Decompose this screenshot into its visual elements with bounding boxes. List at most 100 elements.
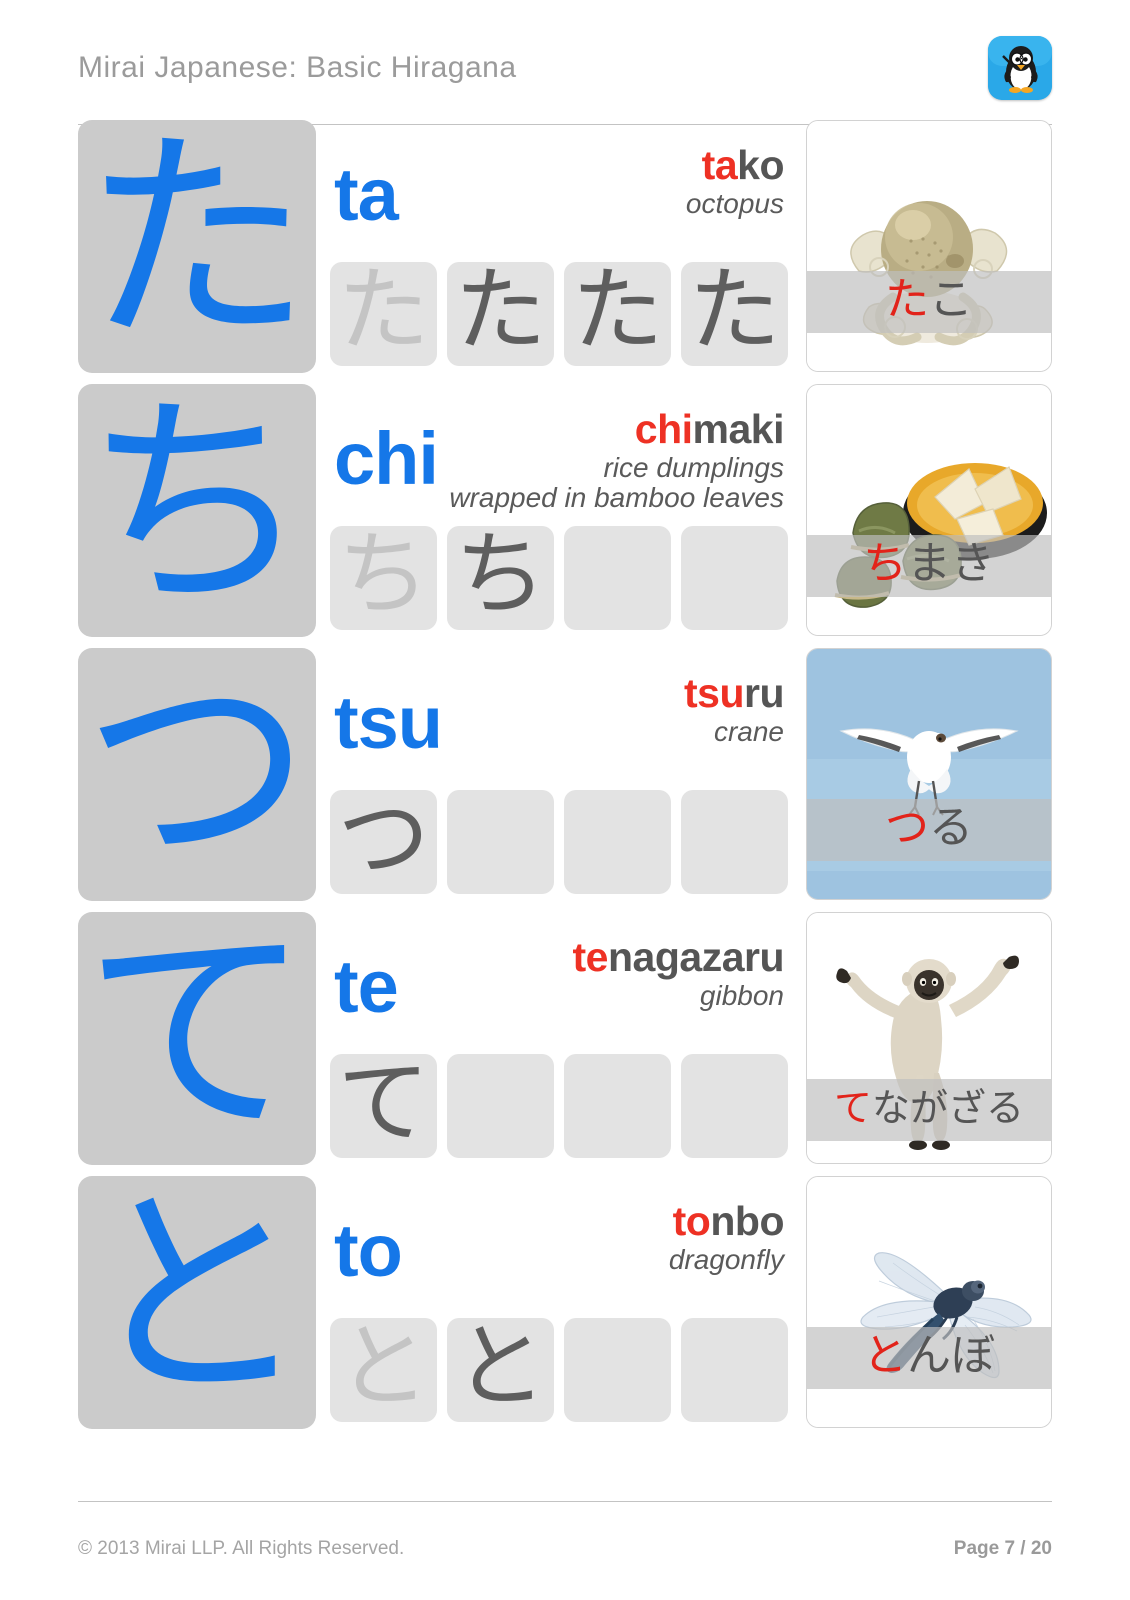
card-kana-highlight: た	[885, 274, 929, 325]
vocabulary-meaning: gibbon	[364, 980, 784, 1011]
card-kana-band: とんぼ	[807, 1327, 1051, 1389]
meaning-line-1: rice dumplings	[603, 452, 784, 484]
practice-kana: た	[571, 262, 664, 364]
vocabulary-word-rest: maki	[692, 406, 785, 452]
hiragana-rows: た ta た た た た tako octopus たこ ち chi ち ち c…	[78, 120, 1052, 1440]
vocabulary-word-highlight: ta	[701, 142, 738, 188]
card-kana-highlight: つ	[885, 802, 929, 853]
card-kana-highlight: ち	[863, 538, 907, 589]
worksheet-page: Mirai Japanese: Basic Hiragana た ta た た …	[0, 0, 1130, 1600]
card-kana: ちまき	[863, 542, 995, 586]
card-kana-band: つる	[807, 799, 1051, 861]
vocabulary-meaning: octopus	[364, 188, 784, 220]
card-kana-band: たこ	[807, 271, 1051, 333]
hiragana-row: ち chi ち ち chimaki rice dumplings wrapped…	[78, 384, 1052, 648]
page-number: Page 7 / 20	[953, 1538, 1052, 1559]
vocabulary-block: tako octopus	[364, 142, 785, 220]
practice-kana: と	[454, 1318, 547, 1420]
meaning-line-1: dragonfly	[668, 1244, 784, 1276]
main-character-tile[interactable]: と	[78, 1176, 316, 1429]
practice-kana: ち	[454, 526, 547, 628]
practice-cell[interactable]: た	[447, 262, 554, 366]
card-kana-rest: んぼ	[907, 1330, 995, 1381]
practice-cell[interactable]	[681, 526, 788, 630]
vocabulary-image-card[interactable]: たこ	[806, 120, 1052, 372]
vocabulary-word-highlight: te	[572, 934, 609, 980]
main-character: ち	[83, 384, 311, 637]
penguin-teacher-icon[interactable]	[988, 36, 1052, 100]
practice-cell[interactable]: つ	[330, 790, 437, 894]
hiragana-row: た ta た た た た tako octopus たこ	[78, 120, 1052, 384]
vocabulary-block: tenagazaru gibbon	[364, 934, 785, 1011]
dragonfly-photo	[807, 1177, 1051, 1427]
practice-cell[interactable]	[564, 1054, 671, 1158]
main-character: た	[83, 120, 311, 373]
practice-cell[interactable]	[564, 790, 671, 894]
practice-cell[interactable]	[564, 1318, 671, 1422]
vocabulary-word-highlight: chi	[634, 406, 693, 452]
practice-kana: つ	[337, 790, 430, 892]
hiragana-row: つ tsu つ tsuru crane つる	[78, 648, 1052, 912]
practice-cell[interactable]: と	[330, 1318, 437, 1422]
main-character-tile[interactable]: つ	[78, 648, 316, 901]
vocabulary-block: tsuru crane	[364, 671, 785, 748]
vocabulary-word-rest: ko	[737, 142, 784, 188]
card-kana-highlight: て	[833, 1086, 872, 1130]
practice-cells: と と	[330, 1318, 788, 1422]
vocabulary-word-highlight: to	[672, 1198, 711, 1244]
crane-bird-photo	[807, 649, 1051, 899]
practice-cell[interactable]: と	[447, 1318, 554, 1422]
vocabulary-image-card[interactable]: とんぼ	[806, 1176, 1052, 1428]
card-kana-rest: こ	[929, 274, 973, 325]
practice-cell[interactable]	[447, 1054, 554, 1158]
practice-cell[interactable]: ち	[330, 526, 437, 630]
main-character-tile[interactable]: ち	[78, 384, 316, 637]
practice-cell[interactable]: ち	[447, 526, 554, 630]
card-kana-band: ちまき	[807, 535, 1051, 597]
practice-cells: つ	[330, 790, 788, 894]
practice-kana: た	[337, 262, 430, 364]
card-kana-rest: ながざる	[872, 1086, 1025, 1130]
vocabulary-word-rest: nbo	[710, 1198, 784, 1244]
practice-cell[interactable]	[564, 526, 671, 630]
main-character: て	[83, 912, 311, 1165]
practice-cell[interactable]	[681, 1054, 788, 1158]
card-kana-rest: る	[929, 802, 973, 853]
main-character-tile[interactable]: た	[78, 120, 316, 373]
vocabulary-image-card[interactable]: てながざる	[806, 912, 1052, 1164]
main-character: つ	[83, 648, 311, 901]
copyright-text: © 2013 Mirai LLP. All Rights Reserved.	[78, 1538, 405, 1559]
main-character-tile[interactable]: て	[78, 912, 316, 1165]
vocabulary-meaning: dragonfly	[364, 1244, 784, 1276]
vocabulary-word: tsuru	[364, 671, 785, 715]
page-title: Mirai Japanese: Basic Hiragana	[78, 51, 517, 84]
meaning-line-1: octopus	[685, 188, 784, 220]
card-kana: たこ	[885, 278, 973, 322]
practice-cell[interactable]: た	[330, 262, 437, 366]
card-kana-highlight: と	[863, 1330, 907, 1381]
hiragana-row: と to と と tonbo dragonfly とんぼ	[78, 1176, 1052, 1440]
vocabulary-block: chimaki rice dumplings wrapped in bamboo…	[364, 406, 785, 514]
meaning-line-1: crane	[713, 716, 784, 748]
vocabulary-meaning: rice dumplings wrapped in bamboo leaves	[364, 452, 784, 513]
page-footer: © 2013 Mirai LLP. All Rights Reserved. P…	[78, 1538, 1052, 1560]
practice-cell[interactable]	[681, 790, 788, 894]
practice-cell[interactable]: て	[330, 1054, 437, 1158]
practice-cell[interactable]: た	[564, 262, 671, 366]
practice-kana: て	[337, 1054, 430, 1156]
practice-kana: と	[337, 1318, 430, 1420]
hiragana-row: て te て tenagazaru gibbon てながざる	[78, 912, 1052, 1176]
practice-cell[interactable]	[681, 1318, 788, 1422]
practice-kana: ち	[337, 526, 430, 628]
card-kana: てながざる	[834, 1089, 1024, 1127]
practice-cell[interactable]	[447, 790, 554, 894]
vocabulary-block: tonbo dragonfly	[364, 1198, 785, 1276]
practice-cells: ち ち	[330, 526, 788, 630]
practice-cell[interactable]: た	[681, 262, 788, 366]
card-kana: とんぼ	[863, 1334, 995, 1378]
vocabulary-word-rest: nagazaru	[608, 934, 785, 980]
practice-cells: て	[330, 1054, 788, 1158]
vocabulary-image-card[interactable]: ちまき	[806, 384, 1052, 636]
vocabulary-image-card[interactable]: つる	[806, 648, 1052, 900]
practice-kana: た	[688, 262, 781, 364]
